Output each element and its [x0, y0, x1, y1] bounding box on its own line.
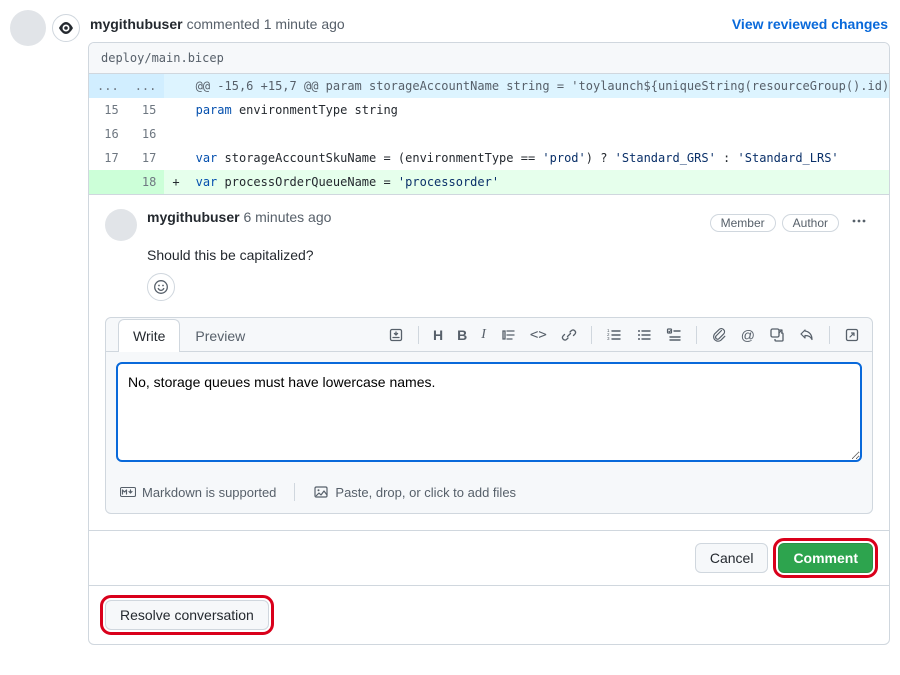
expand-icon[interactable] [844, 327, 860, 343]
markdown-hint[interactable]: Markdown is supported [120, 484, 276, 500]
svg-text:3: 3 [607, 336, 610, 341]
attach-hint[interactable]: Paste, drop, or click to add files [313, 484, 516, 500]
comment-button[interactable]: Comment [778, 543, 873, 573]
diff-table: ... ... @@ -15,6 +15,7 @@ param storageA… [89, 74, 889, 194]
unordered-list-icon[interactable] [636, 327, 652, 343]
bold-icon[interactable]: B [457, 327, 467, 343]
eye-icon [52, 14, 80, 42]
author-badge: Author [782, 214, 839, 232]
add-reaction-button[interactable] [147, 273, 175, 301]
comment-textarea[interactable]: No, storage queues must have lowercase n… [116, 362, 862, 462]
suggestion-icon[interactable] [388, 327, 404, 343]
quote-icon[interactable] [500, 327, 516, 343]
diff-line: 17 17 var storageAccountSkuName = (envir… [89, 146, 889, 170]
cross-reference-icon[interactable] [769, 327, 785, 343]
cancel-button[interactable]: Cancel [695, 543, 769, 573]
hunk-header: ... ... @@ -15,6 +15,7 @@ param storageA… [89, 74, 889, 98]
resolve-conversation-button[interactable]: Resolve conversation [105, 600, 269, 630]
diff-container: deploy/main.bicep ... ... @@ -15,6 +15,7… [88, 42, 890, 645]
header-action: commented [187, 16, 260, 32]
review-thread: mygithubuser 6 minutes ago Member Author… [89, 194, 889, 530]
reply-icon[interactable] [799, 327, 815, 343]
view-reviewed-changes-link[interactable]: View reviewed changes [732, 16, 888, 32]
comment-editor: Write Preview H B I <> [105, 317, 873, 514]
code-tool[interactable]: <> [530, 327, 547, 343]
diff-line: 16 16 [89, 122, 889, 146]
tab-preview[interactable]: Preview [180, 319, 260, 352]
diff-line: 15 15 param environmentType string [89, 98, 889, 122]
avatar[interactable] [105, 209, 137, 241]
heading-tool[interactable]: H [433, 327, 443, 343]
italic-icon[interactable]: I [481, 327, 486, 343]
ordered-list-icon[interactable]: 123 [606, 327, 622, 343]
tab-write[interactable]: Write [118, 319, 180, 352]
mention-icon[interactable]: @ [741, 327, 755, 343]
header-time[interactable]: 1 minute ago [264, 16, 345, 32]
attach-icon[interactable] [711, 327, 727, 343]
formatting-toolbar: H B I <> 123 @ [388, 326, 860, 344]
comment-author[interactable]: mygithubuser [147, 209, 240, 225]
task-list-icon[interactable] [666, 327, 682, 343]
comment-body: Should this be capitalized? [147, 247, 873, 263]
header-username[interactable]: mygithubuser [90, 16, 183, 32]
comment-time[interactable]: 6 minutes ago [243, 209, 331, 225]
link-tool[interactable] [561, 327, 577, 343]
comment-actions: Cancel Comment [89, 530, 889, 585]
diff-line-added: 18 + var processOrderQueueName = 'proces… [89, 170, 889, 194]
member-badge: Member [710, 214, 776, 232]
kebab-icon[interactable] [845, 209, 873, 236]
avatar[interactable] [10, 10, 46, 46]
file-path[interactable]: deploy/main.bicep [89, 43, 889, 74]
